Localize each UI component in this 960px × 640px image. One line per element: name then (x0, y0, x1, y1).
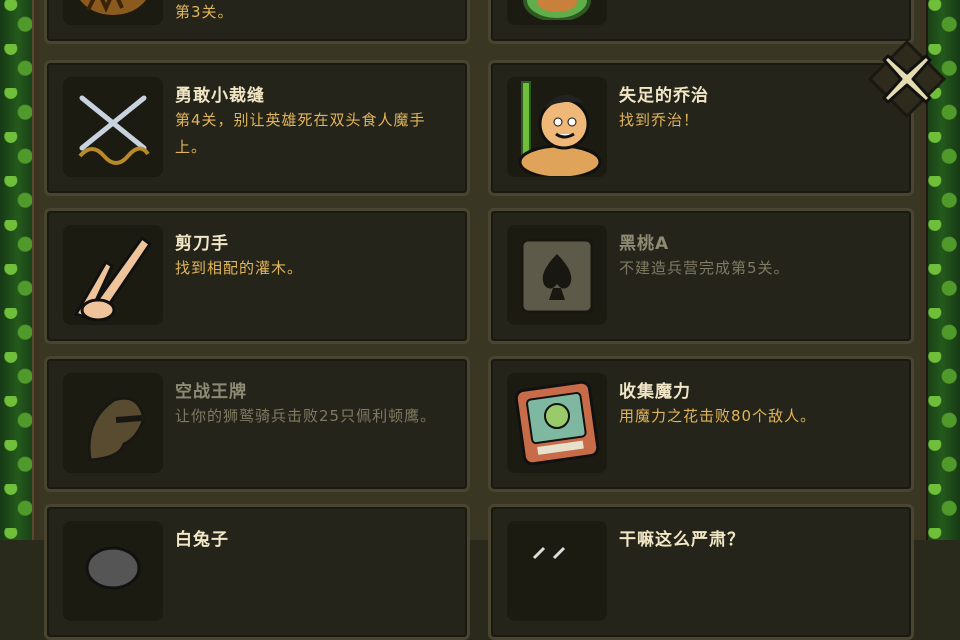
achievement-card[interactable]: 空战王牌 让你的狮鹫骑兵击败25只佩利顿鹰。 (44, 356, 470, 492)
achievement-card[interactable]: 收集魔力 用魔力之花击败80个敌人。 (488, 356, 914, 492)
achievement-card[interactable]: 第3关。 (44, 0, 470, 44)
achievement-title: 收集魔力 (619, 382, 691, 402)
beast-icon (63, 0, 163, 25)
achievement-card[interactable]: 白兔子 (44, 504, 470, 640)
achievements-board: 第3关。 勇敢小裁缝 第4关，别让英雄死在双头食人魔手上。 失足的乔治 找到乔治… (40, 0, 920, 640)
achievement-card[interactable]: 黑桃A 不建造兵营完成第5关。 (488, 208, 914, 344)
achievement-card[interactable]: 干嘛这么严肃？ (488, 504, 914, 640)
achievement-title: 剪刀手 (175, 234, 229, 254)
achievement-desc: 第3关。 (175, 3, 234, 21)
turtle-icon (507, 0, 607, 25)
achievement-title: 黑桃A (619, 234, 670, 254)
achievement-card[interactable]: 失足的乔治 找到乔治！ (488, 60, 914, 196)
achievement-card[interactable]: 勇敢小裁缝 第4关，别让英雄死在双头食人魔手上。 (44, 60, 470, 196)
mask-icon (507, 521, 607, 621)
magic-flower-card-icon (507, 373, 607, 473)
rabbit-icon (63, 521, 163, 621)
achievement-desc: 不建造兵营完成第5关。 (619, 259, 790, 277)
ace-of-spades-icon (507, 225, 607, 325)
achievement-desc: 用魔力之花击败80个敌人。 (619, 407, 817, 425)
achievement-title: 空战王牌 (175, 382, 247, 402)
george-icon (507, 77, 607, 177)
achievement-desc: 让你的狮鹫骑兵击败25只佩利顿鹰。 (175, 407, 437, 425)
scissors-hand-icon (63, 225, 163, 325)
close-button[interactable] (868, 40, 946, 118)
achievement-desc: 找到相配的灌木。 (175, 259, 304, 277)
close-x-icon (868, 40, 946, 118)
left-vine-border (0, 0, 36, 540)
achievement-title: 干嘛这么严肃？ (619, 530, 745, 550)
achievement-title: 失足的乔治 (619, 86, 709, 106)
achievement-title: 白兔子 (175, 530, 229, 550)
achievement-card[interactable]: 剪刀手 找到相配的灌木。 (44, 208, 470, 344)
achievement-card[interactable] (488, 0, 914, 44)
crossed-needles-icon (63, 77, 163, 177)
achievement-desc: 找到乔治！ (619, 111, 700, 129)
achievement-desc: 第4关，别让英雄死在双头食人魔手上。 (175, 111, 426, 156)
griffin-rider-icon (63, 373, 163, 473)
achievement-title: 勇敢小裁缝 (175, 86, 265, 106)
